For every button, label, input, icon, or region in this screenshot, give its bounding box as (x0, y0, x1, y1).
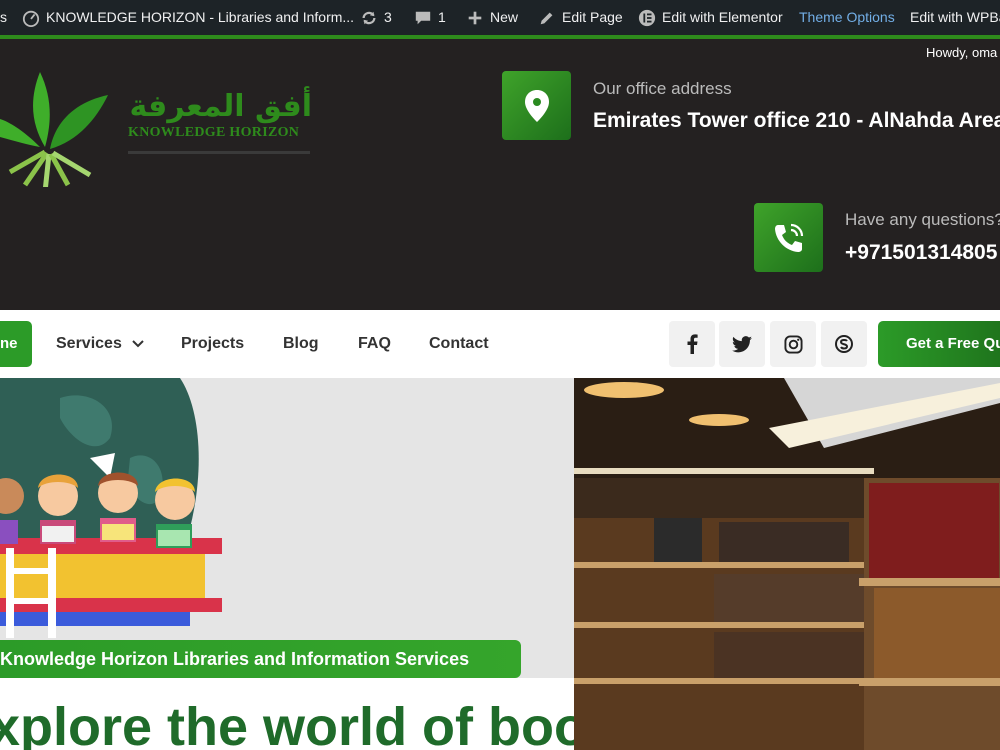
skype-icon (835, 335, 853, 353)
theme-options-label: Theme Options (799, 9, 895, 25)
logo-english-text: KNOWLEDGE HORIZON (128, 125, 300, 140)
facebook-icon (687, 334, 698, 354)
nav-home-button[interactable]: ne (0, 321, 32, 367)
facebook-link[interactable] (669, 321, 715, 367)
comments-count: 1 (438, 9, 446, 25)
main-navigation: ne Services Projects Blog FAQ Contact Ge… (0, 310, 1000, 378)
chevron-down-icon (132, 340, 145, 348)
logo-subline (128, 151, 310, 154)
site-header: Howdy, oma أفق المعرفة KNOWLEDGE HORIZON… (0, 39, 1000, 310)
phone-call-icon (774, 223, 803, 252)
comment-icon (415, 11, 431, 24)
leaf-logo-icon (0, 72, 108, 187)
edit-page-label: Edit Page (562, 9, 623, 25)
nav-services-label: Services (56, 335, 122, 352)
instagram-icon (783, 334, 803, 354)
twitter-link[interactable] (719, 321, 765, 367)
nav-item-faq[interactable]: FAQ (358, 310, 391, 378)
hero-tagline: Knowledge Horizon Libraries and Informat… (0, 649, 470, 669)
stack-of-books (0, 538, 222, 626)
map-pin-icon (524, 89, 549, 122)
new-content-link[interactable]: New (466, 0, 518, 35)
comments-link[interactable]: 1 (414, 0, 446, 35)
site-logo[interactable]: أفق المعرفة KNOWLEDGE HORIZON (0, 67, 320, 187)
elementor-label: Edit with Elementor (662, 9, 783, 25)
theme-options-link[interactable]: Theme Options (799, 0, 895, 35)
elementor-link[interactable]: Edit with Elementor (638, 0, 783, 35)
updates-icon (362, 11, 376, 24)
nav-item-contact[interactable]: Contact (429, 310, 489, 378)
nav-item-services[interactable]: Services (56, 310, 145, 378)
library-shelves-image (574, 378, 1000, 750)
instagram-link[interactable] (770, 321, 816, 367)
plus-icon (468, 11, 482, 24)
wpbakery-link[interactable]: Edit with WPBa (910, 0, 1000, 35)
admin-bar-truncated-item[interactable]: s (0, 0, 7, 35)
hero-tagline-bar: Knowledge Horizon Libraries and Informat… (0, 640, 521, 678)
site-name-link[interactable]: KNOWLEDGE HORIZON - Libraries and Inform… (22, 0, 354, 35)
nav-item-projects[interactable]: Projects (181, 310, 244, 378)
nav-item-blog[interactable]: Blog (283, 310, 319, 378)
phone-value[interactable]: +971501314805 (845, 241, 997, 265)
site-name-label: KNOWLEDGE HORIZON - Libraries and Inform… (46, 9, 355, 25)
updates-link[interactable]: 3 (360, 0, 392, 35)
location-icon-box (502, 71, 571, 140)
edit-page-link[interactable]: Edit Page (538, 0, 623, 35)
nav-home-label: ne (0, 335, 18, 352)
wpbakery-label: Edit with WPBa (910, 9, 1000, 25)
logo-arabic-text: أفق المعرفة (129, 89, 312, 124)
pencil-icon (540, 12, 553, 24)
library-photo (574, 378, 1000, 750)
hero-title: xplore the world of books (0, 697, 648, 750)
address-label: Our office address (593, 79, 732, 98)
twitter-icon (732, 335, 752, 352)
skype-link[interactable] (821, 321, 867, 367)
new-label: New (490, 9, 519, 25)
elementor-icon (638, 9, 656, 26)
get-free-quote-button[interactable]: Get a Free Quo (878, 321, 1000, 367)
admin-bar-leading-text: s (0, 9, 7, 25)
questions-label: Have any questions? (845, 210, 1000, 229)
hero-section: Knowledge Horizon Libraries and Informat… (0, 378, 1000, 750)
howdy-user[interactable]: Howdy, oma (926, 45, 997, 60)
hero-illustration: Knowledge Horizon Libraries and Informat… (0, 378, 688, 750)
updates-count: 3 (384, 9, 392, 25)
address-value: Emirates Tower office 210 - AlNahda Area (593, 109, 1000, 132)
dashboard-icon (22, 10, 40, 27)
wp-admin-bar: s KNOWLEDGE HORIZON - Libraries and Info… (0, 0, 1000, 35)
phone-icon-box (754, 203, 823, 272)
